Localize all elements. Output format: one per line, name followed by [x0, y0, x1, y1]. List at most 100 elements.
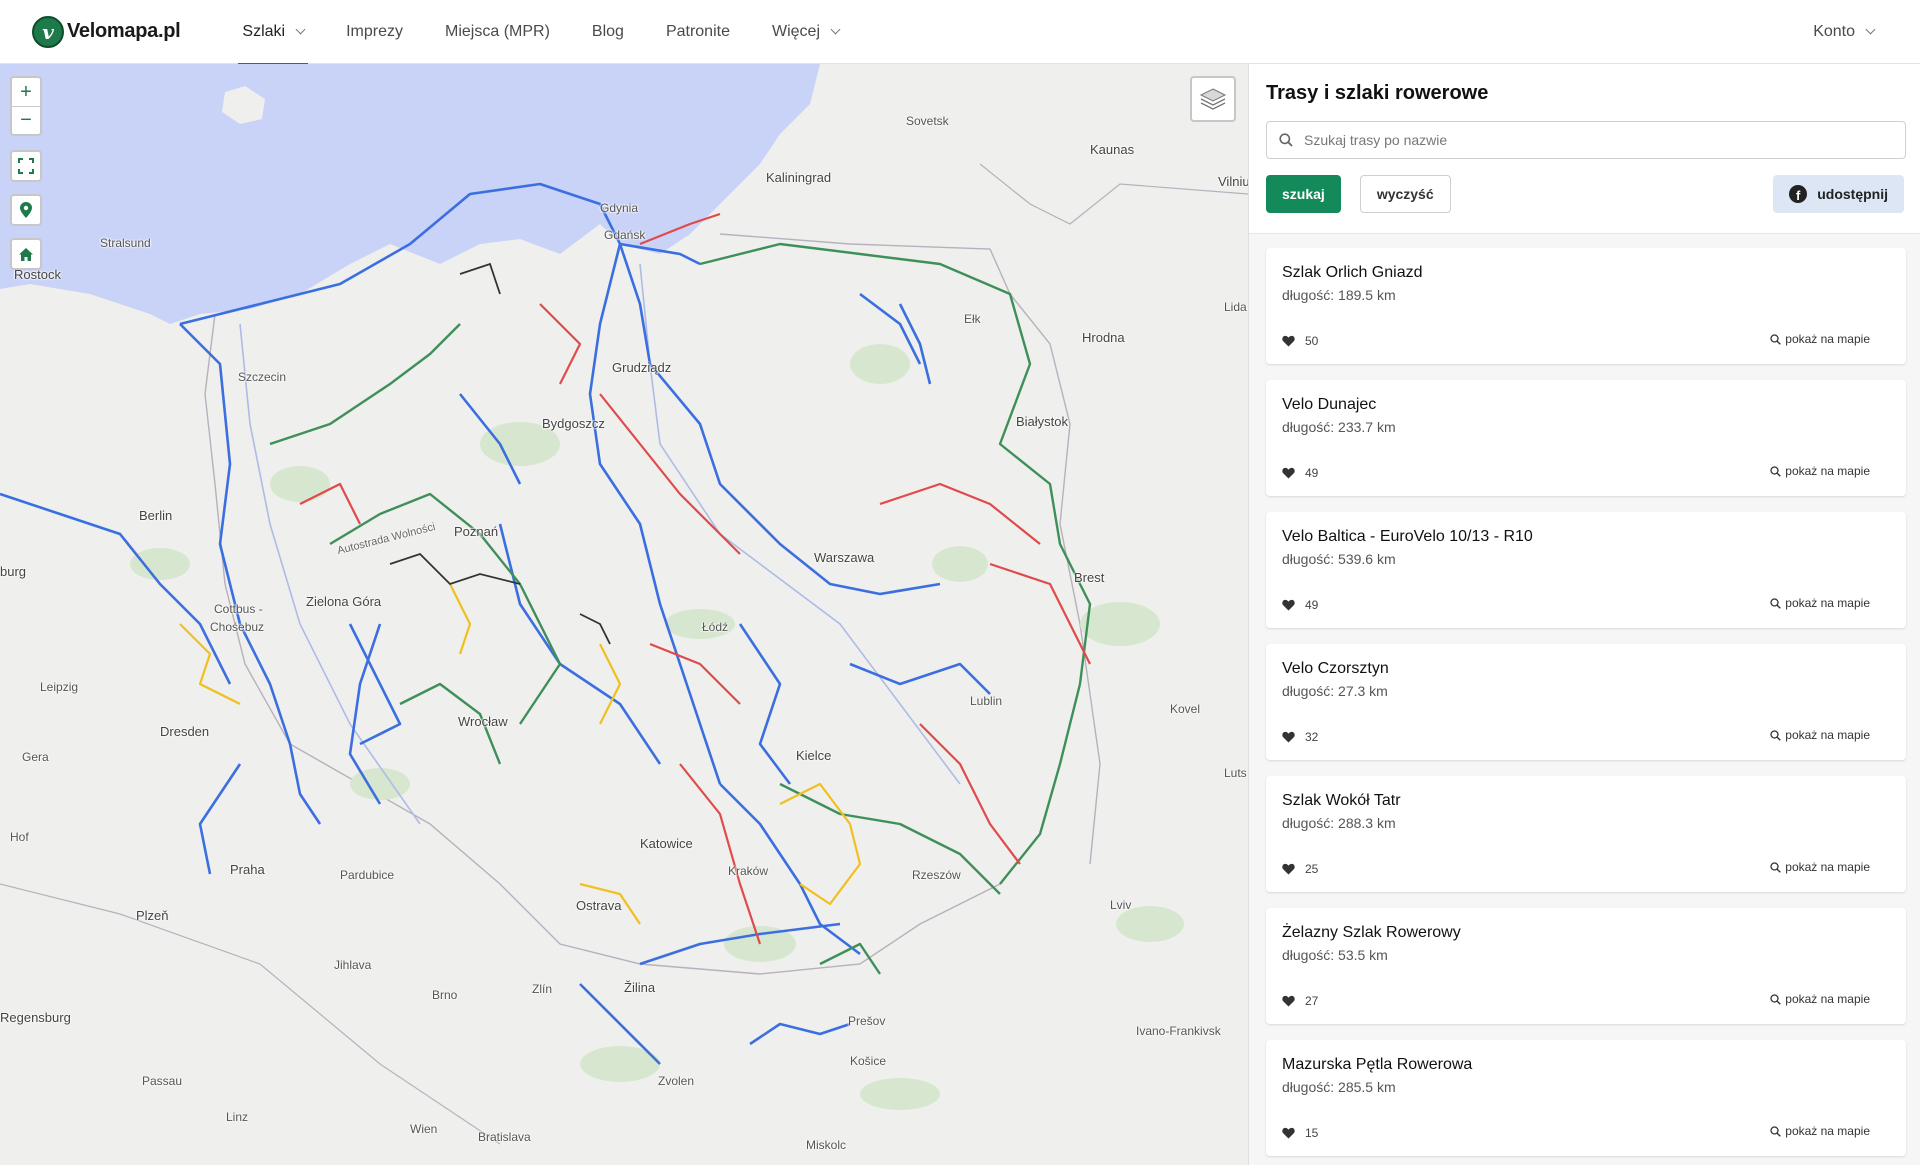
route-likes[interactable]: 27	[1282, 994, 1318, 1008]
route-card[interactable]: Velo Dunajec długość: 233.7 km 49 pokaż …	[1266, 380, 1906, 496]
route-list: Szlak Orlich Gniazd długość: 189.5 km 50…	[1249, 234, 1920, 1156]
like-count: 49	[1305, 598, 1319, 612]
map-label-kielce: Kielce	[796, 748, 832, 763]
map-label-plzen: Plzeň	[136, 908, 169, 923]
show-on-map-link[interactable]: pokaż na mapie	[1770, 992, 1870, 1006]
chevron-down-icon	[830, 24, 841, 35]
fullscreen-button[interactable]	[12, 152, 40, 180]
layers-button[interactable]	[1190, 76, 1236, 122]
locate-button[interactable]	[12, 196, 40, 224]
map-label-ostrava: Ostrava	[576, 898, 622, 913]
map-label-kaliningrad: Kaliningrad	[766, 170, 832, 185]
map-label-zvolen: Zvolen	[658, 1074, 695, 1088]
route-likes[interactable]: 25	[1282, 862, 1318, 876]
route-length: długość: 539.6 km	[1282, 551, 1396, 567]
route-card[interactable]: Velo Baltica - EuroVelo 10/13 - R10 dług…	[1266, 512, 1906, 628]
map-label-lublin: Lublin	[970, 694, 1003, 708]
map-label-zlin: Zlín	[532, 982, 553, 996]
show-on-map-link[interactable]: pokaż na mapie	[1770, 464, 1870, 478]
route-map[interactable]: Sovetsk Kaunas Vilniu Kaliningrad Gdynia…	[0, 64, 1248, 1165]
nav-szlaki-label: Szlaki	[242, 22, 286, 40]
map-label-bialystok: Białystok	[1016, 414, 1069, 429]
brand-logo-link[interactable]: v Velomapa.pl	[32, 15, 181, 48]
map-label-jihlava: Jihlava	[334, 958, 372, 972]
green-routes	[269, 242, 1092, 975]
show-on-map-link[interactable]: pokaż na mapie	[1770, 332, 1870, 346]
show-on-map-label: pokaż na mapie	[1785, 332, 1870, 346]
nav-konto[interactable]: Konto	[1809, 0, 1878, 64]
clear-button[interactable]: wyczyść	[1359, 175, 1451, 213]
route-card[interactable]: Żelazny Szlak Rowerowy długość: 53.5 km …	[1266, 908, 1906, 1024]
route-length: długość: 53.5 km	[1282, 947, 1388, 963]
nav-wiecej[interactable]: Więcej	[768, 0, 843, 64]
route-card[interactable]: Mazurska Pętla Rowerowa długość: 285.5 k…	[1266, 1040, 1906, 1156]
top-navbar: v Velomapa.pl Szlaki Imprezy Miejsca (MP…	[0, 0, 1920, 65]
map-label-miskolc: Miskolc	[806, 1138, 847, 1152]
route-likes[interactable]: 50	[1282, 334, 1318, 348]
map-label-regensburg: Regensburg	[0, 1010, 71, 1025]
share-button-label: udostępnij	[1817, 186, 1888, 202]
show-on-map-label: pokaż na mapie	[1785, 728, 1870, 742]
search-input[interactable]	[1304, 132, 1893, 148]
nav-imprezy-label: Imprezy	[346, 22, 404, 40]
home-button[interactable]	[12, 240, 40, 268]
route-title: Szlak Wokół Tatr	[1282, 792, 1401, 809]
search-box[interactable]	[1266, 121, 1906, 159]
route-card[interactable]: Szlak Orlich Gniazd długość: 189.5 km 50…	[1266, 248, 1906, 364]
route-likes[interactable]: 15	[1282, 1126, 1318, 1140]
location-pin-icon	[20, 202, 32, 218]
map-label-lviv: Lviv	[1110, 898, 1132, 912]
search-button[interactable]: szukaj	[1266, 175, 1341, 213]
route-title: Żelazny Szlak Rowerowy	[1282, 924, 1461, 941]
map-label-zielona-gora: Zielona Góra	[306, 594, 382, 609]
zoom-control: + −	[10, 76, 42, 136]
map-label-gdynia: Gdynia	[600, 201, 639, 215]
show-on-map-link[interactable]: pokaż na mapie	[1770, 728, 1870, 742]
map-label-presov: Prešov	[848, 1014, 886, 1028]
brand-name: Velomapa.pl	[67, 20, 181, 42]
map-label-leipzig: Leipzig	[40, 680, 79, 694]
route-likes[interactable]: 49	[1282, 598, 1318, 612]
map-label-grudziadz: Grudziądz	[612, 360, 672, 375]
map-label-sovetsk: Sovetsk	[906, 114, 949, 128]
nav-patronite-label: Patronite	[665, 22, 730, 40]
map-label-chosebuz: Chośebuz	[210, 620, 265, 634]
route-card[interactable]: Szlak Wokół Tatr długość: 288.3 km 25 po…	[1266, 776, 1906, 892]
show-on-map-link[interactable]: pokaż na mapie	[1770, 596, 1870, 610]
blue-routes	[0, 182, 991, 1065]
action-buttons: szukaj wyczyść f udostępnij	[1266, 175, 1904, 213]
like-count: 25	[1305, 862, 1319, 876]
nav-imprezy[interactable]: Imprezy	[342, 0, 407, 64]
nav-patronite[interactable]: Patronite	[662, 0, 734, 64]
zoom-icon	[1770, 465, 1782, 477]
zoom-out-button[interactable]: −	[12, 106, 40, 134]
show-on-map-label: pokaż na mapie	[1785, 596, 1870, 610]
route-length: długość: 27.3 km	[1282, 683, 1388, 699]
route-length: długość: 285.5 km	[1282, 1079, 1396, 1095]
heart-icon	[1282, 599, 1295, 611]
map-label-bydgoszcz: Bydgoszcz	[542, 416, 605, 431]
map-label-kosice: Košice	[850, 1054, 887, 1068]
nav-blog-label: Blog	[591, 22, 624, 40]
zoom-in-button[interactable]: +	[12, 78, 40, 106]
map-label-cottbus: Cottbus -	[214, 602, 263, 616]
nav-szlaki[interactable]: Szlaki	[238, 0, 308, 65]
route-card[interactable]: Velo Czorsztyn długość: 27.3 km 32 pokaż…	[1266, 644, 1906, 760]
zoom-icon	[1770, 333, 1782, 345]
map-label-elk: Ełk	[964, 312, 981, 326]
share-button[interactable]: f udostępnij	[1773, 175, 1904, 213]
show-on-map-link[interactable]: pokaż na mapie	[1770, 860, 1870, 874]
heart-icon	[1282, 863, 1295, 875]
nav-blog[interactable]: Blog	[588, 0, 628, 64]
map-label-ivano-frankivsk: Ivano-Frankivsk	[1136, 1024, 1221, 1038]
route-likes[interactable]: 49	[1282, 466, 1318, 480]
map-label-burg: burg	[0, 564, 27, 579]
map-label-gdansk: Gdańsk	[604, 228, 646, 242]
home-control	[10, 238, 42, 270]
show-on-map-link[interactable]: pokaż na mapie	[1770, 1124, 1870, 1138]
map-label-gera: Gera	[22, 750, 49, 764]
like-count: 50	[1305, 334, 1319, 348]
route-likes[interactable]: 32	[1282, 730, 1318, 744]
nav-miejsca[interactable]: Miejsca (MPR)	[441, 0, 554, 64]
map-label-poznan: Poznań	[454, 524, 499, 539]
